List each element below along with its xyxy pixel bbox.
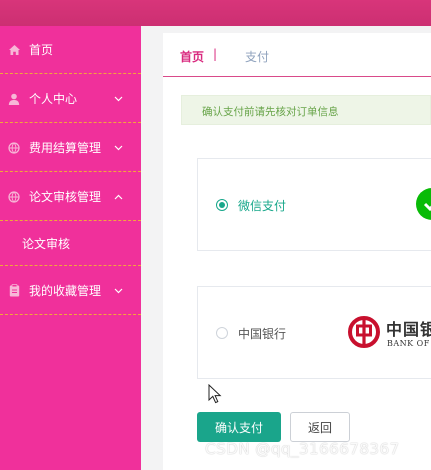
csdn-watermark: CSDN @qq_3166678367 xyxy=(205,440,400,458)
breadcrumb-current: 支付 xyxy=(245,50,270,64)
chevron-down-icon xyxy=(113,286,123,296)
back-button[interactable]: 返回 xyxy=(290,412,350,442)
chevron-up-icon xyxy=(113,192,123,202)
bank-of-china-logo: 中国银行 BANK OF CHINA xyxy=(348,313,431,353)
payment-option-bank-of-china[interactable]: 中国银行 中国银行 BANK OF CHINA xyxy=(197,286,431,379)
sidebar-subitem-paper-review[interactable]: 论文审核 xyxy=(0,222,141,266)
chevron-down-icon xyxy=(113,94,123,104)
sidebar-subitem-label: 论文审核 xyxy=(22,237,71,251)
bank-radio[interactable] xyxy=(216,327,228,339)
payment-option-wechat[interactable]: 微信支付 xyxy=(197,158,431,251)
clipboard-icon xyxy=(7,284,21,298)
sidebar: 首页 个人中心 费用结算管理 论文审核管理 论文审核 我的收藏管理 xyxy=(0,26,141,470)
payment-option-label: 微信支付 xyxy=(238,199,287,213)
sidebar-item-label: 个人中心 xyxy=(29,92,78,106)
sidebar-item-label: 我的收藏管理 xyxy=(29,284,102,298)
sidebar-item-label: 首页 xyxy=(29,43,54,57)
chevron-down-icon xyxy=(113,143,123,153)
globe-icon xyxy=(7,190,21,204)
breadcrumb-home-link[interactable]: 首页 xyxy=(180,48,204,65)
home-icon xyxy=(7,43,21,57)
globe-icon xyxy=(7,141,21,155)
sidebar-item-paper-review[interactable]: 论文审核管理 xyxy=(0,173,141,221)
mouse-cursor-icon xyxy=(208,383,222,408)
wechat-pay-logo xyxy=(415,187,431,221)
payment-option-label: 中国银行 xyxy=(238,327,287,341)
order-check-alert: 确认支付前请先核对订单信息 xyxy=(181,95,431,125)
sidebar-item-label: 费用结算管理 xyxy=(29,141,102,155)
wechat-radio[interactable] xyxy=(216,199,228,211)
breadcrumb-separator: | xyxy=(213,47,218,61)
sidebar-item-fee-settlement[interactable]: 费用结算管理 xyxy=(0,124,141,172)
sidebar-item-label: 论文审核管理 xyxy=(29,190,102,204)
sidebar-item-personal-center[interactable]: 个人中心 xyxy=(0,75,141,123)
payment-panel: 确认支付前请先核对订单信息 微信支付 中国银行 中国银行 BANK OF CHI… xyxy=(163,77,431,470)
sidebar-item-home[interactable]: 首页 xyxy=(0,26,141,74)
top-header-bar xyxy=(0,0,431,26)
main-area: 首页 | 支付 确认支付前请先核对订单信息 微信支付 中国银行 中国银行 xyxy=(141,26,431,470)
bank-logo-text-en: BANK OF CHINA xyxy=(387,339,431,348)
bank-logo-text: 中国银行 xyxy=(386,320,431,339)
user-icon xyxy=(7,92,21,106)
confirm-payment-button[interactable]: 确认支付 xyxy=(197,412,281,442)
alert-text: 确认支付前请先核对订单信息 xyxy=(202,106,339,118)
sidebar-item-my-favorites[interactable]: 我的收藏管理 xyxy=(0,267,141,315)
breadcrumb: 首页 | 支付 xyxy=(163,33,431,77)
